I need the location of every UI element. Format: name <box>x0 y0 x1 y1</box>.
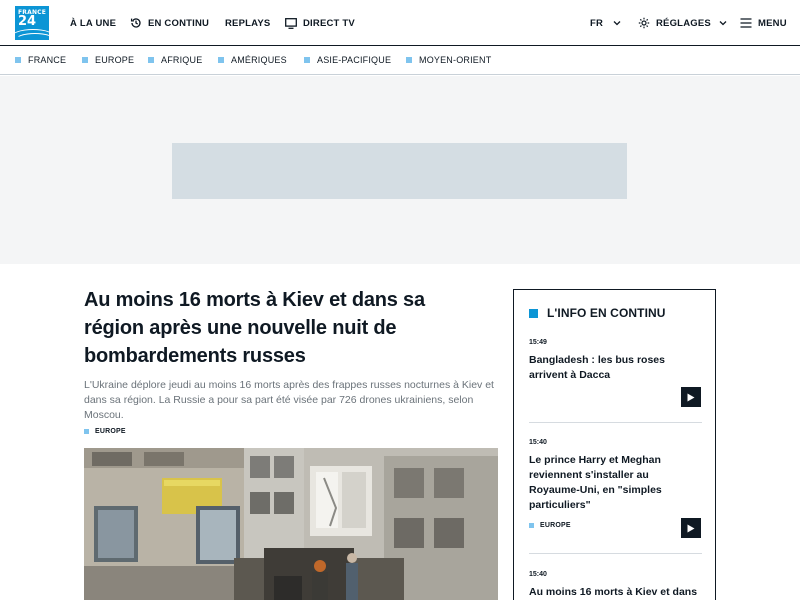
region-link-france[interactable]: FRANCE <box>15 47 66 73</box>
nav-direct-tv[interactable]: DIRECT TV <box>285 0 355 46</box>
live-news-header[interactable]: L'INFO EN CONTINU <box>529 306 666 320</box>
article-photo[interactable] <box>84 448 498 600</box>
live-item[interactable]: 15:40 Au moins 16 morts à Kiev et dans <box>529 571 702 600</box>
region-marker <box>304 57 310 63</box>
nav-direct-tv-label: DIRECT TV <box>303 17 355 29</box>
divider <box>529 422 702 423</box>
article-headline[interactable]: Au moins 16 morts à Kiev et dans sa régi… <box>84 286 464 370</box>
region-marker <box>218 57 224 63</box>
menu-button[interactable]: MENU <box>740 0 787 46</box>
menu-label: MENU <box>758 17 787 29</box>
live-news-panel: L'INFO EN CONTINU 15:49 Bangladesh : les… <box>513 289 716 600</box>
live-item-time: 15:40 <box>529 439 547 446</box>
region-link-asie-pacifique[interactable]: ASIE-PACIFIQUE <box>304 47 391 73</box>
tag-marker <box>84 429 89 434</box>
top-navigation: FRANCE 24 À LA UNE EN CONTINU REPLAYS DI… <box>0 0 800 46</box>
region-marker <box>148 57 154 63</box>
region-marker <box>15 57 21 63</box>
article-photo-image <box>84 448 498 600</box>
live-item-text[interactable]: Le prince Harry et Meghan reviennent s'i… <box>529 453 679 513</box>
live-item-time: 15:49 <box>529 339 547 346</box>
live-item-time: 15:40 <box>529 571 547 578</box>
nav-replays-label: REPLAYS <box>225 17 271 29</box>
advertisement-area <box>0 76 800 264</box>
article-lede: L'Ukraine déplore jeudi au moins 16 mort… <box>84 379 494 421</box>
live-item-tag-label: EUROPE <box>540 522 571 529</box>
nav-replays[interactable]: REPLAYS <box>225 0 270 46</box>
region-marker <box>406 57 412 63</box>
language-label: FR <box>590 17 604 29</box>
article-tag-label: EUROPE <box>95 428 126 435</box>
play-icon <box>687 524 695 532</box>
live-item[interactable]: 15:49 Bangladesh : les bus roses arriven… <box>529 339 702 383</box>
region-navigation: FRANCE EUROPE AFRIQUE AMÉRIQUES ASIE-PAC… <box>0 47 800 75</box>
region-label: AMÉRIQUES <box>231 55 287 65</box>
language-selector[interactable]: FR <box>590 0 621 46</box>
advertisement-placeholder[interactable] <box>172 143 627 199</box>
region-link-ameriques[interactable]: AMÉRIQUES <box>218 47 287 73</box>
live-item-tag[interactable]: EUROPE <box>529 522 702 529</box>
live-item[interactable]: 15:40 Le prince Harry et Meghan revienne… <box>529 439 702 529</box>
region-label: EUROPE <box>95 55 135 65</box>
chevron-down-icon <box>719 21 727 26</box>
play-button[interactable] <box>681 518 701 538</box>
chevron-down-icon <box>613 21 621 26</box>
play-button[interactable] <box>681 387 701 407</box>
live-news-title: L'INFO EN CONTINU <box>547 306 666 320</box>
region-label: ASIE-PACIFIQUE <box>317 55 392 65</box>
play-icon <box>687 393 695 401</box>
nav-en-continu[interactable]: EN CONTINU <box>130 0 209 46</box>
article-tag[interactable]: EUROPE <box>84 428 126 435</box>
region-label: FRANCE <box>28 55 67 65</box>
history-icon <box>130 18 141 28</box>
nav-en-continu-label: EN CONTINU <box>148 17 210 29</box>
settings-label: RÉGLAGES <box>656 17 711 29</box>
settings-button[interactable]: RÉGLAGES <box>638 0 727 46</box>
hamburger-icon <box>740 18 752 28</box>
tv-icon <box>285 17 297 29</box>
nav-a-la-une[interactable]: À LA UNE <box>70 0 116 46</box>
region-label: AFRIQUE <box>161 55 203 65</box>
live-marker <box>529 308 538 318</box>
region-link-moyen-orient[interactable]: MOYEN-ORIENT <box>406 47 491 73</box>
gear-icon <box>638 17 650 29</box>
region-link-europe[interactable]: EUROPE <box>82 47 134 73</box>
nav-a-la-une-label: À LA UNE <box>70 17 117 29</box>
live-item-text[interactable]: Bangladesh : les bus roses arrivent à Da… <box>529 353 679 383</box>
region-marker <box>82 57 88 63</box>
logo-arc <box>15 33 49 40</box>
logo-text-24: 24 <box>18 14 37 29</box>
divider <box>529 553 702 554</box>
tag-marker <box>529 523 534 528</box>
live-item-text[interactable]: Au moins 16 morts à Kiev et dans <box>529 585 702 600</box>
region-label: MOYEN-ORIENT <box>419 55 492 65</box>
france24-logo[interactable]: FRANCE 24 <box>15 6 49 40</box>
region-link-afrique[interactable]: AFRIQUE <box>148 47 202 73</box>
